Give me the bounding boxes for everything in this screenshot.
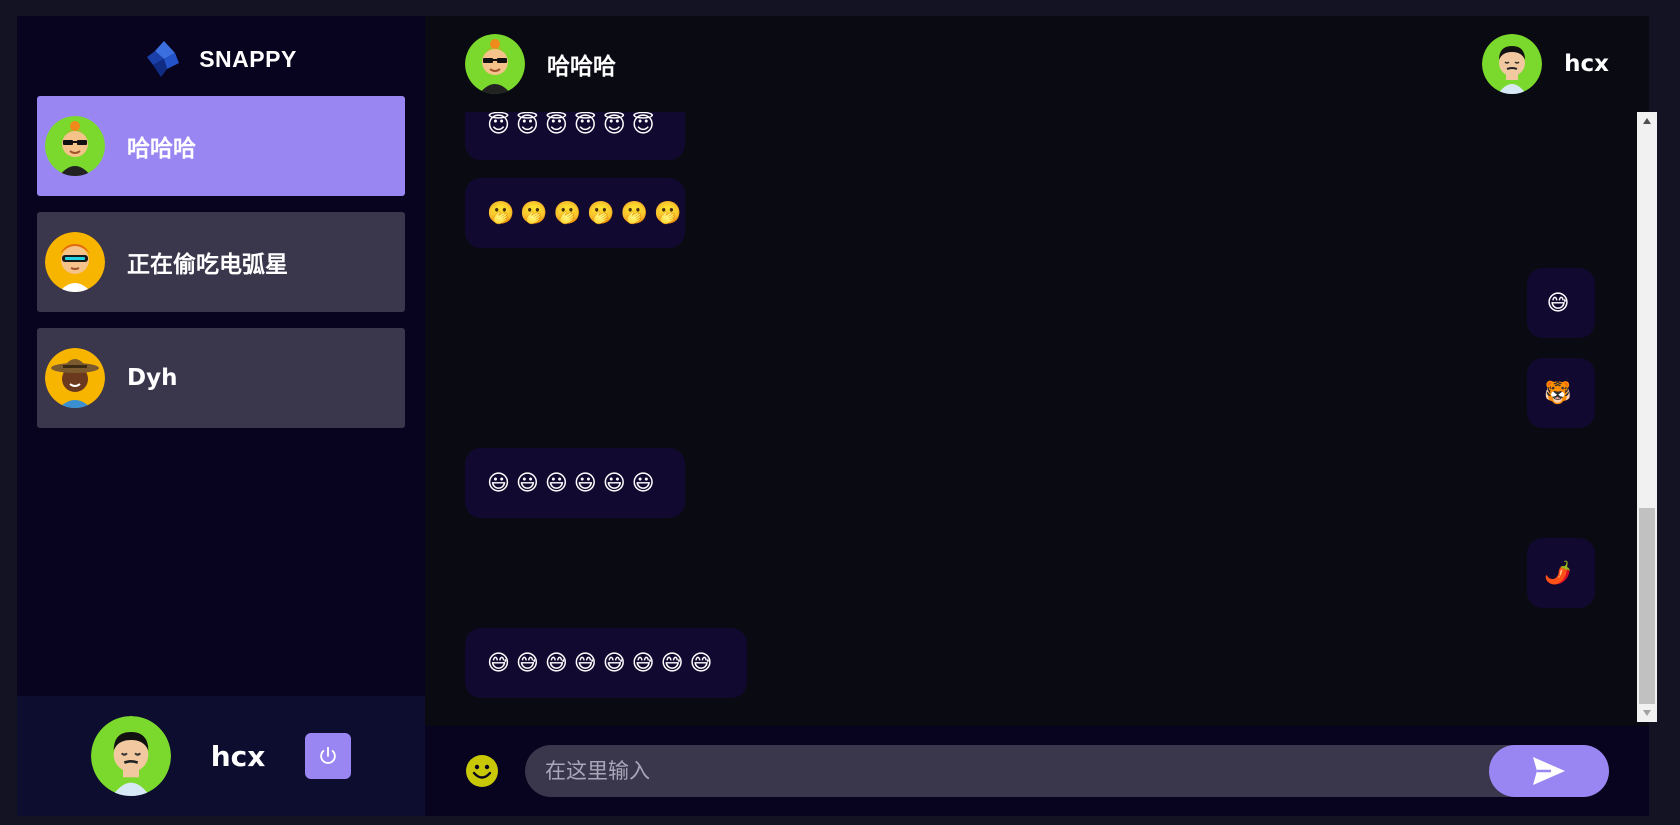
brand: SNAPPY: [17, 36, 425, 82]
send-button[interactable]: [1489, 745, 1609, 797]
contacts-sidebar: SNAPPY 哈哈哈 正在偷吃电弧星 Dyh hcx: [17, 16, 425, 816]
logo-icon: [147, 41, 180, 77]
chat-user-name: hcx: [1564, 51, 1609, 77]
contact-item-dyh[interactable]: Dyh: [37, 328, 405, 428]
message-text: 😅😅😅😅😅😅😅😅: [487, 650, 719, 676]
current-user-name: hcx: [210, 739, 266, 773]
contact-name: Dyh: [127, 365, 178, 391]
message-list[interactable]: 😇😇😇😇😇😇 🫢🫢🫢🫢🫢🫢 😅 🐯 😃😃😃😃😃😃 🌶️ 😅😅😅😅😅😅😅😅: [465, 112, 1595, 722]
current-user-avatar: [90, 716, 171, 796]
chat-panel: 哈哈哈 hcx 😇😇😇😇😇😇 🫢🫢🫢🫢🫢🫢 😅 🐯 😃😃😃😃😃😃 🌶️ 😅😅😅😅…: [425, 16, 1657, 816]
send-icon: [1533, 757, 1565, 785]
message-text: 😃😃😃😃😃😃: [487, 470, 661, 496]
contact-item-hahaha[interactable]: 哈哈哈: [37, 96, 405, 196]
emoji-picker-icon[interactable]: [465, 754, 499, 788]
avatar: [45, 232, 105, 292]
chat-contact-name: 哈哈哈: [547, 54, 616, 80]
message-text: 🐯: [1544, 380, 1578, 406]
message-input-wrapper: [525, 745, 1609, 797]
current-user-panel: hcx: [17, 696, 425, 816]
chat-user-avatar: [1482, 34, 1543, 94]
scroll-up-arrow[interactable]: [1637, 112, 1657, 130]
message-text: 🫢🫢🫢🫢🫢🫢: [487, 200, 688, 226]
composer: [425, 726, 1649, 816]
contact-item-arc-star[interactable]: 正在偷吃电弧星: [37, 212, 405, 312]
message-bubble: 😇😇😇😇😇😇: [465, 112, 685, 160]
message-text: 😇😇😇😇😇😇: [487, 112, 661, 138]
scroll-down-arrow[interactable]: [1637, 704, 1657, 722]
contact-name: 正在偷吃电弧星: [127, 252, 288, 278]
avatar: [45, 116, 105, 176]
message-bubble: 😃😃😃😃😃😃: [465, 448, 685, 518]
chat-contact-avatar: [465, 34, 525, 94]
scrollbar-thumb[interactable]: [1639, 508, 1655, 704]
triangle-up-icon: [1643, 118, 1651, 124]
chat-user-info: hcx: [1482, 34, 1609, 94]
chat-app: SNAPPY 哈哈哈 正在偷吃电弧星 Dyh hcx 哈哈哈 hcx 😇😇😇😇😇…: [17, 16, 1657, 816]
message-bubble: 🫢🫢🫢🫢🫢🫢: [465, 178, 685, 248]
message-bubble: 🌶️: [1527, 538, 1595, 608]
brand-name: SNAPPY: [199, 45, 297, 72]
chat-contact-info: 哈哈哈: [465, 34, 616, 94]
contact-list: 哈哈哈 正在偷吃电弧星 Dyh: [37, 96, 405, 444]
logout-button[interactable]: [305, 733, 352, 779]
message-input[interactable]: [525, 758, 1447, 784]
message-text: 🌶️: [1544, 560, 1578, 586]
chat-header: 哈哈哈 hcx: [425, 16, 1649, 112]
avatar: [45, 348, 105, 408]
power-icon: [320, 746, 337, 764]
message-bubble: 😅😅😅😅😅😅😅😅: [465, 628, 747, 698]
message-bubble: 🐯: [1527, 358, 1595, 428]
contact-name: 哈哈哈: [127, 136, 196, 162]
message-scrollbar[interactable]: [1637, 112, 1657, 722]
triangle-down-icon: [1643, 710, 1651, 716]
message-text: 😅: [1546, 290, 1576, 316]
message-bubble: 😅: [1527, 268, 1595, 338]
